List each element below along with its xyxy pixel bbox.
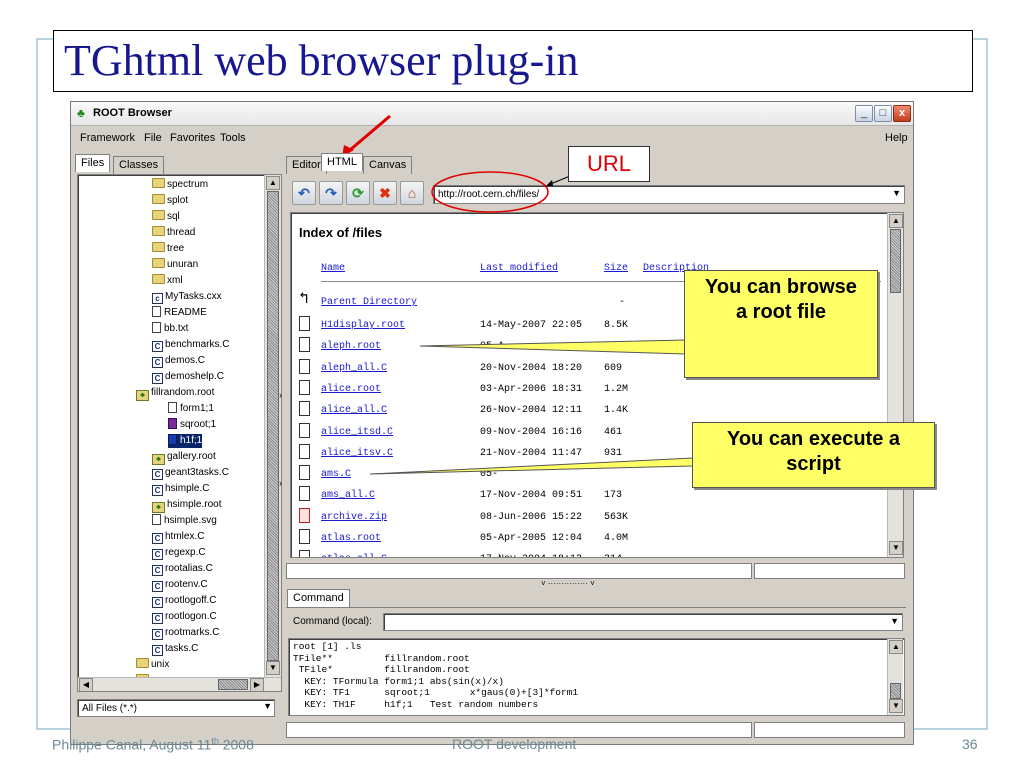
tab-command[interactable]: Command [287,589,350,607]
callout-pointer-root [419,339,687,355]
footer-author-sup: th [211,736,219,746]
annotation-overlay [342,114,694,475]
callout-execute-script-text: You can execute a script [726,428,901,475]
footer-author-text: Philippe Canal, August 11 [52,736,212,753]
arrow-head-icon [546,180,553,186]
callout-browse-root-text: You can browse a root file [705,276,857,323]
tab-html[interactable]: HTML [321,153,363,171]
footer-center: ROOT development [452,736,577,752]
tab-files[interactable]: Files [75,154,111,172]
footer-author: Philippe Canal, August 11th 2008 [52,736,254,753]
callout-browse-root: You can browse a root file [684,270,878,378]
callout-pointer-script [369,457,694,475]
html-tab-arrow [349,114,391,152]
footer-author-year: 2008 [218,736,254,753]
url-highlight-ellipse [431,171,549,213]
page-number: 36 [962,736,978,752]
url-label: URL [568,146,650,182]
callout-execute-script: You can execute a script [692,422,935,488]
